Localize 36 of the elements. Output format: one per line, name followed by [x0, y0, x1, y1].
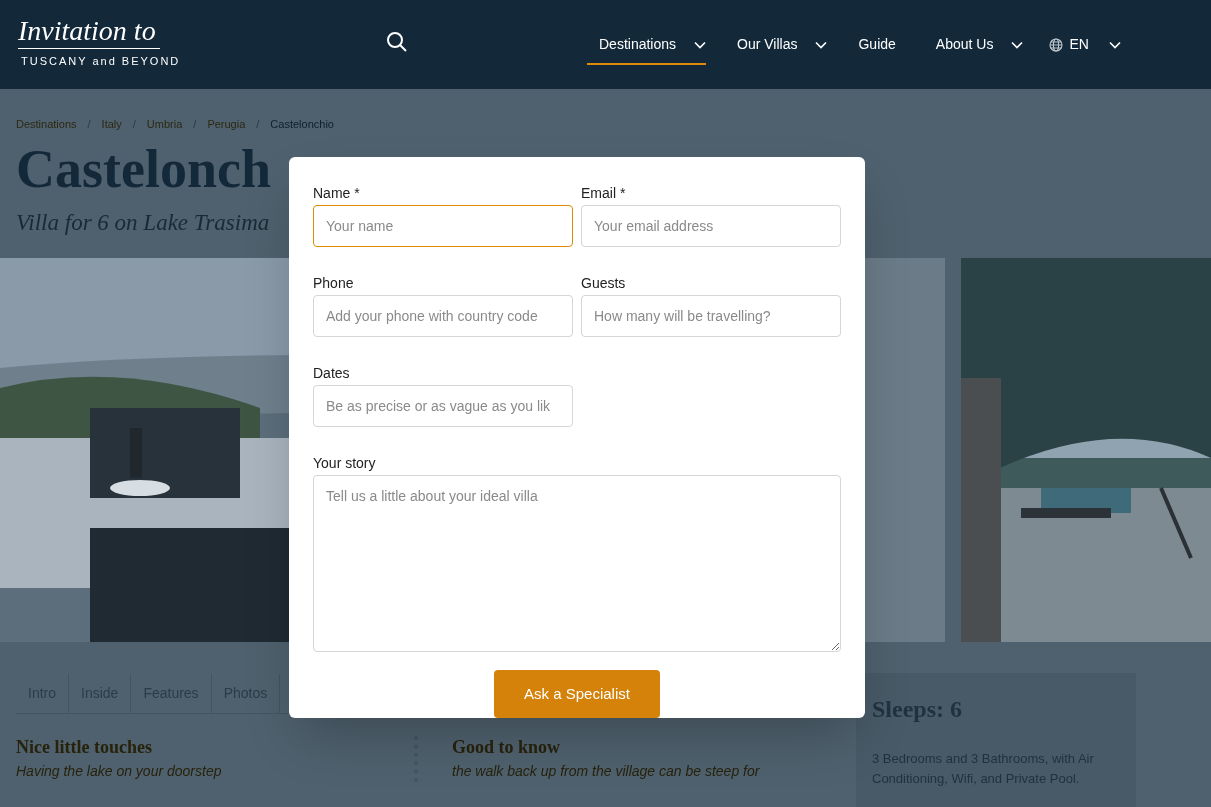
input-field[interactable]: Your name	[313, 205, 573, 247]
breadcrumb-separator: /	[87, 116, 91, 132]
section-heading: Nice little touches	[16, 736, 153, 758]
input-field[interactable]: Be as precise or as vague as you lik	[313, 385, 573, 427]
breadcrumb-link[interactable]: Destinations	[16, 115, 77, 133]
field-label: Name *	[313, 185, 361, 201]
input-field[interactable]: Your email address	[581, 205, 841, 247]
nav-link[interactable]: About Us	[923, 0, 1024, 89]
breadcrumb-link[interactable]: Umbria	[146, 115, 183, 133]
submit-button[interactable]: Ask a Specialist	[494, 670, 660, 718]
field-label: Phone	[313, 275, 355, 291]
field-label: Guests	[581, 275, 627, 291]
text-area[interactable]: Tell us a little about your ideal villa	[313, 475, 841, 652]
logo[interactable]: Invitation to TUSCANY and BEYOND	[18, 14, 181, 70]
field-label: Email *	[581, 185, 627, 201]
breadcrumb-link[interactable]: Castelonchio	[270, 115, 334, 133]
breadcrumb-separator: /	[193, 116, 197, 132]
section-text: Having the lake on your doorstep	[16, 762, 223, 781]
field-label: Dates	[313, 365, 351, 381]
section-heading: Good to know	[452, 736, 562, 758]
nav-link[interactable]: Our Villas	[725, 0, 828, 89]
breadcrumb-separator: /	[132, 116, 136, 132]
breadcrumb-link[interactable]: Perugia	[207, 115, 246, 133]
globe-icon	[1049, 37, 1064, 52]
page-title: Castelonch	[16, 138, 271, 201]
nav-link[interactable]: Guide	[846, 0, 908, 89]
language-selector[interactable]: EN	[1049, 0, 1121, 89]
section-text: the walk back up from the village can be steep for	[452, 762, 760, 781]
breadcrumb-separator: /	[256, 116, 260, 132]
breadcrumb-link[interactable]: Italy	[101, 115, 122, 133]
field-label: Your story	[313, 455, 377, 471]
page-subtitle: Villa for 6 on Lake Trasima	[16, 209, 270, 237]
search-icon[interactable]	[386, 31, 408, 53]
input-field[interactable]: How many will be travelling?	[581, 295, 841, 337]
nav-link[interactable]: Destinations	[587, 0, 707, 89]
input-field[interactable]: Add your phone with country code	[313, 295, 573, 337]
